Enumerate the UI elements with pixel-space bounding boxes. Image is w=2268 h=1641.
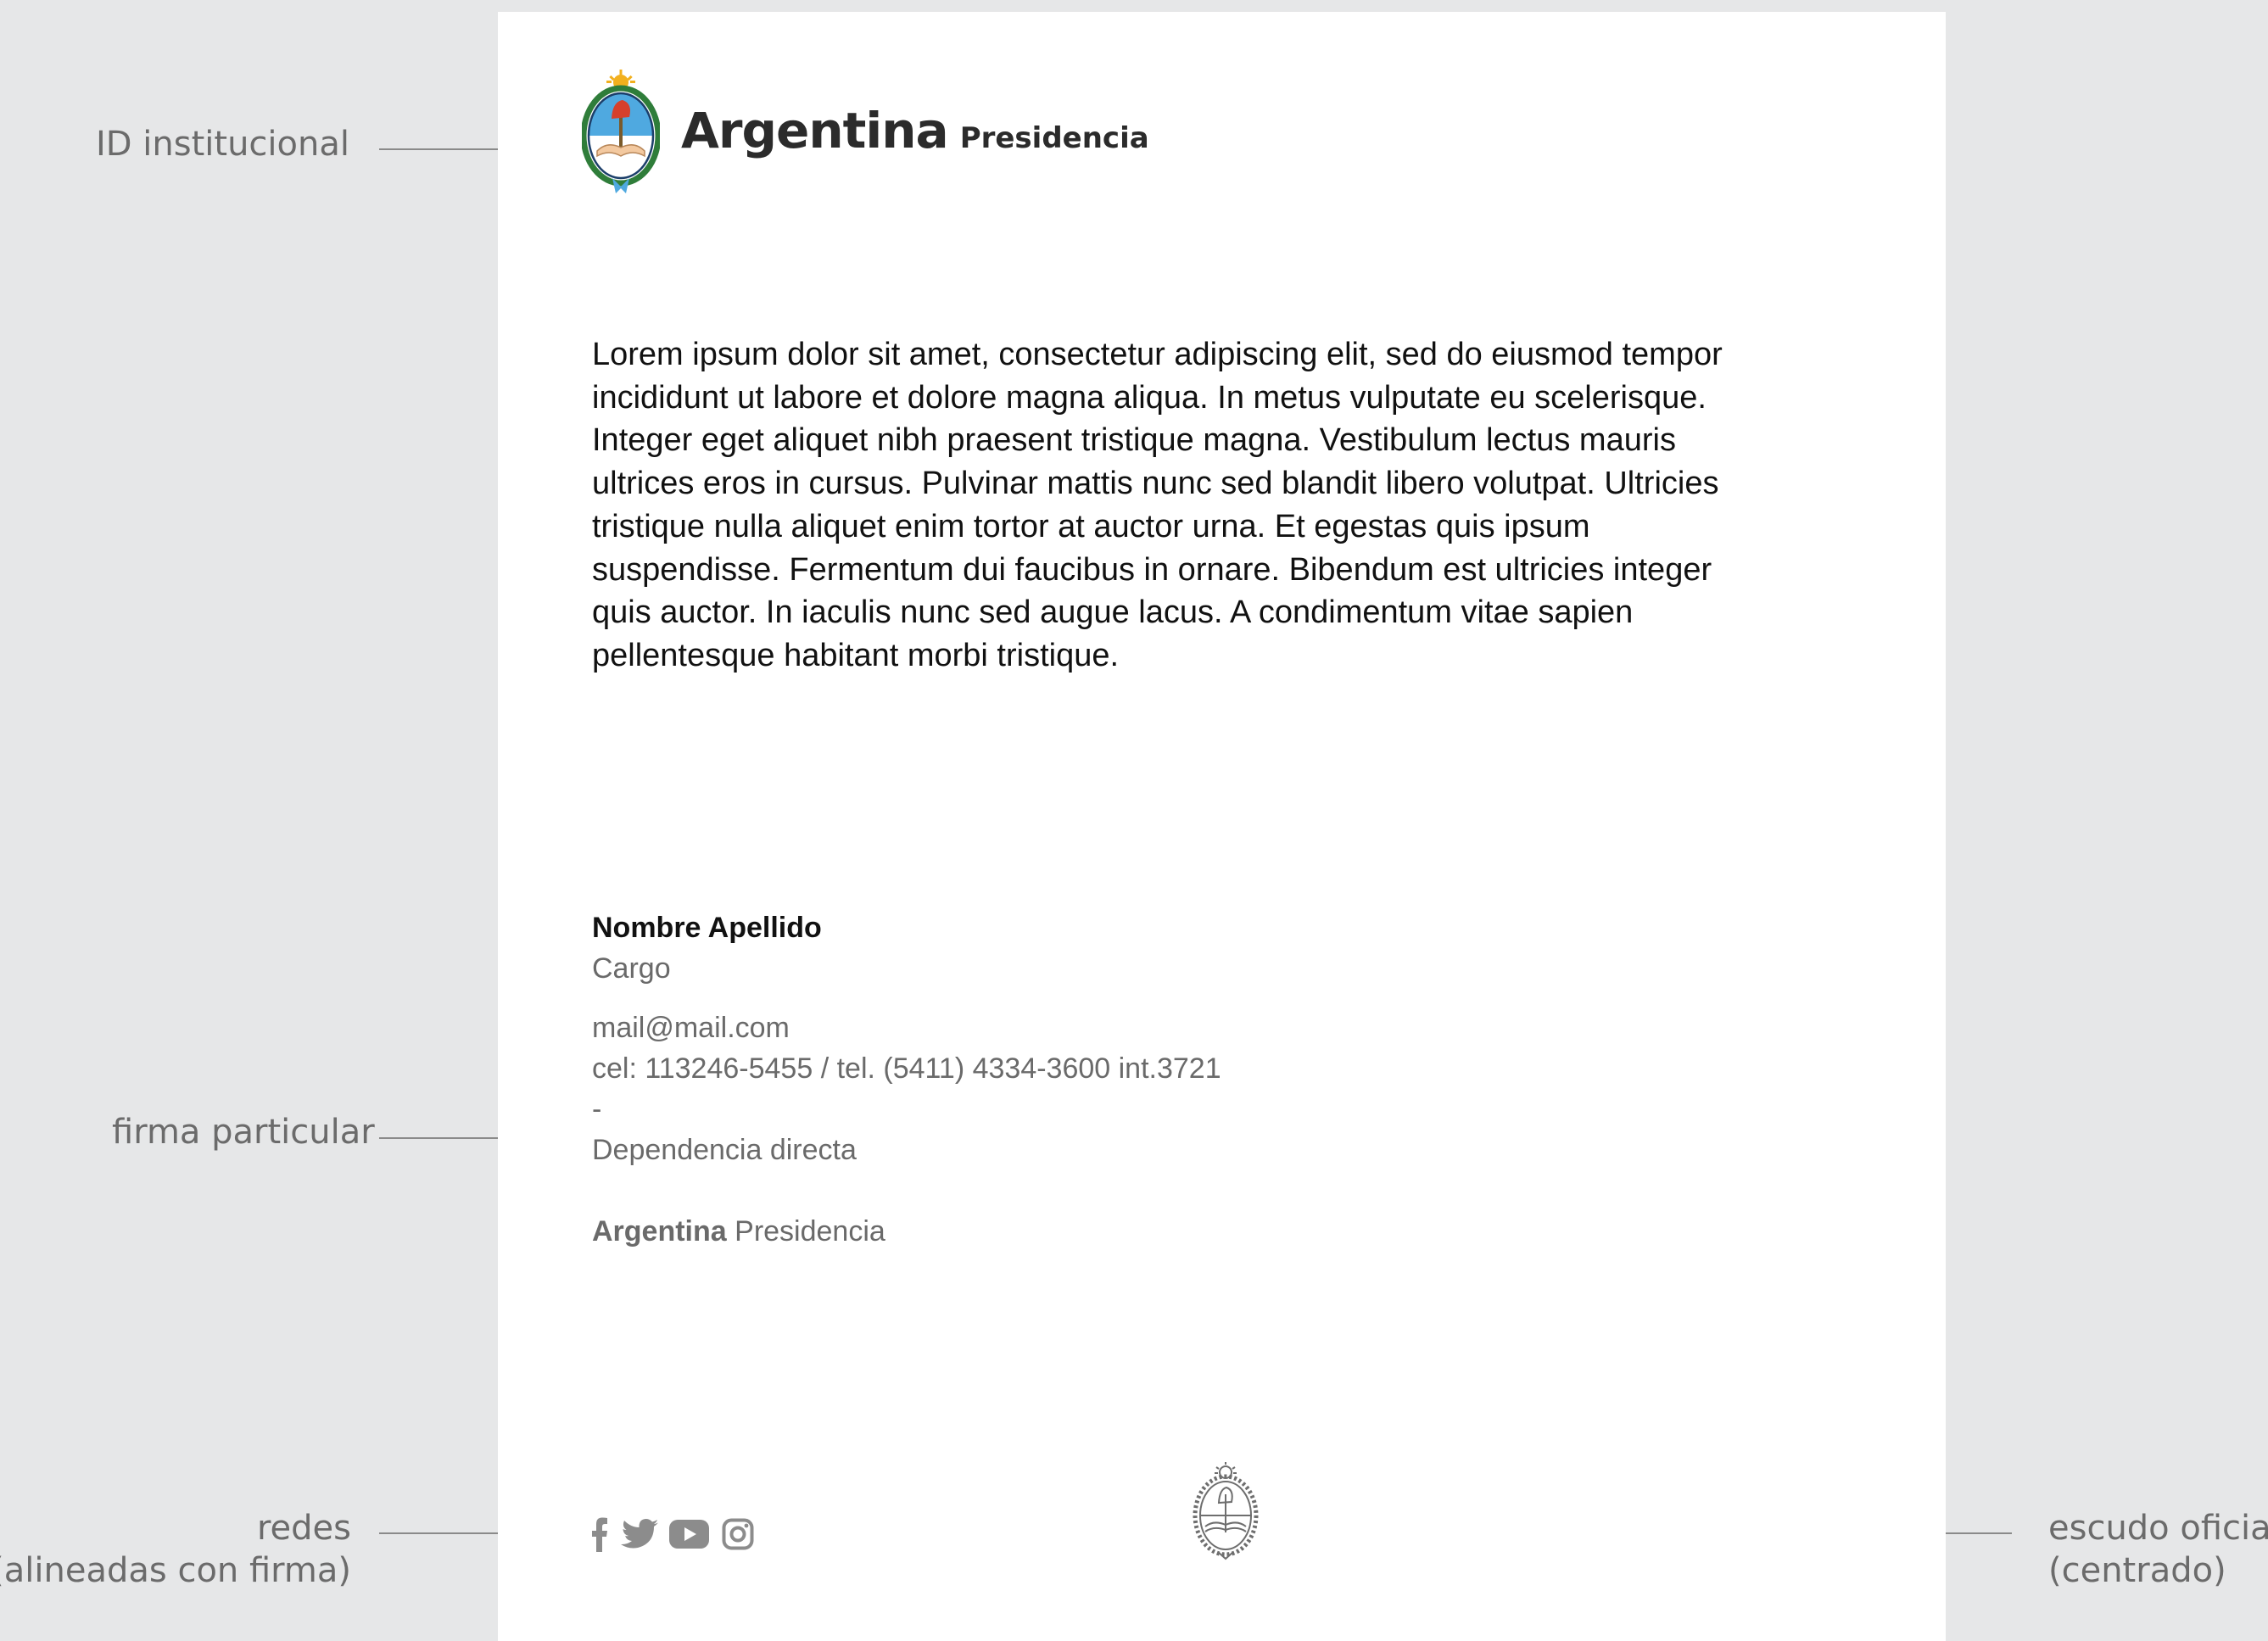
letter-sheet	[498, 12, 1946, 1641]
brand-name: Argentina	[681, 102, 949, 159]
facebook-icon[interactable]	[591, 1516, 608, 1552]
signature-separator: -	[592, 1093, 602, 1125]
twitter-icon[interactable]	[621, 1516, 658, 1552]
annotation-redes: redes (alineadas con firma)	[0, 1507, 351, 1592]
annotation-escudo: escudo oficial (centrado)	[2048, 1507, 2268, 1592]
brand-sub: Presidencia	[959, 121, 1149, 155]
annotation-firma-particular: firma particular	[112, 1113, 375, 1152]
signature-role: Cargo	[592, 952, 671, 985]
youtube-icon[interactable]	[669, 1516, 709, 1552]
official-seal-icon	[1193, 1462, 1259, 1560]
annotation-redes-line2: (alineadas con firma)	[0, 1551, 351, 1590]
signature-phones: cel: 113246-5455 / tel. (5411) 4334-3600…	[592, 1052, 1221, 1085]
signature-org-rest: Presidencia	[735, 1215, 885, 1247]
annotation-escudo-line2: (centrado)	[2048, 1551, 2226, 1590]
signature-org-bold: Argentina	[592, 1215, 727, 1247]
signature-organization: Argentina Presidencia	[592, 1215, 885, 1248]
coat-of-arms-icon	[582, 70, 660, 193]
signature-name: Nombre Apellido	[592, 912, 822, 944]
signature-email[interactable]: mail@mail.com	[592, 1012, 790, 1045]
body-paragraph: Lorem ipsum dolor sit amet, consectetur …	[592, 337, 1723, 673]
signature-department: Dependencia directa	[592, 1134, 857, 1166]
annotation-id-institucional: ID institucional	[95, 125, 349, 164]
annotation-redes-line1: redes	[256, 1509, 351, 1548]
annotation-escudo-line1: escudo oficial	[2048, 1509, 2268, 1548]
header-brand: Argentina Presidencia	[681, 102, 1149, 159]
instagram-icon[interactable]	[722, 1516, 754, 1552]
